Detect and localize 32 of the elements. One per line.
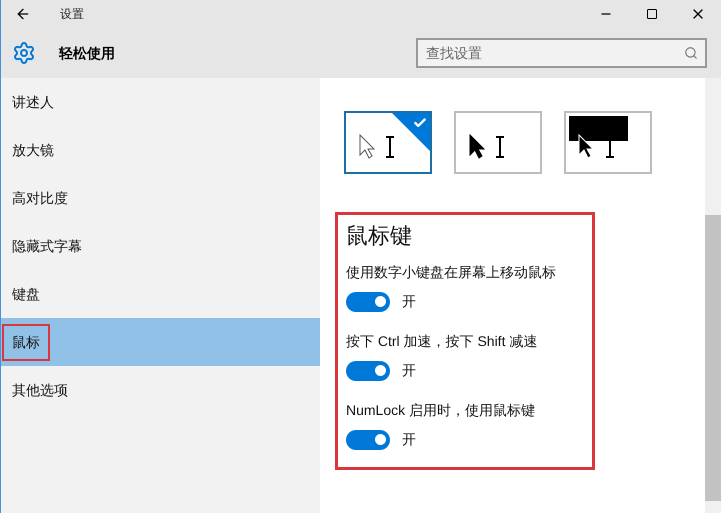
maximize-icon — [646, 8, 658, 20]
setting-label: NumLock 启用时，使用鼠标键 — [346, 401, 536, 420]
search-icon — [684, 46, 698, 60]
toggle-state-text: 开 — [402, 292, 416, 311]
sidebar-item[interactable]: 鼠标 — [1, 318, 320, 366]
page-title: 轻松使用 — [59, 44, 115, 62]
settings-icon — [12, 41, 36, 65]
toggle-switch[interactable] — [346, 360, 390, 380]
sidebar-item[interactable]: 高对比度 — [1, 174, 320, 222]
toggle-switch[interactable] — [346, 430, 390, 450]
search-field[interactable]: 查找设置 — [416, 38, 707, 68]
text-cursor-icon — [385, 136, 395, 158]
sidebar-item[interactable]: 讲述人 — [1, 78, 320, 126]
arrow-pointer-icon — [360, 134, 376, 159]
setting-label: 按下 Ctrl 加速，按下 Shift 减速 — [346, 332, 538, 351]
setting-label: 使用数字小键盘在屏幕上移动鼠标 — [346, 263, 557, 282]
toggle-switch[interactable] — [346, 292, 390, 312]
arrow-pointer-icon — [470, 134, 486, 159]
inverted-area-icon — [569, 116, 628, 141]
arrow-pointer-icon — [578, 134, 594, 159]
sidebar-item[interactable]: 隐藏式字幕 — [1, 222, 320, 270]
text-cursor-icon — [495, 136, 505, 158]
section-heading: 鼠标键 — [346, 222, 413, 250]
sidebar-item[interactable]: 键盘 — [1, 270, 320, 318]
sidebar-item[interactable]: 其他选项 — [1, 366, 320, 414]
pointer-color-option[interactable] — [344, 111, 432, 174]
pointer-color-option[interactable] — [564, 111, 652, 174]
toggle-state-text: 开 — [402, 361, 416, 380]
pointer-color-option[interactable] — [454, 111, 542, 174]
sidebar-item[interactable]: 放大镜 — [1, 126, 320, 174]
window-title: 设置 — [60, 6, 84, 23]
toggle-state-text: 开 — [402, 430, 416, 449]
